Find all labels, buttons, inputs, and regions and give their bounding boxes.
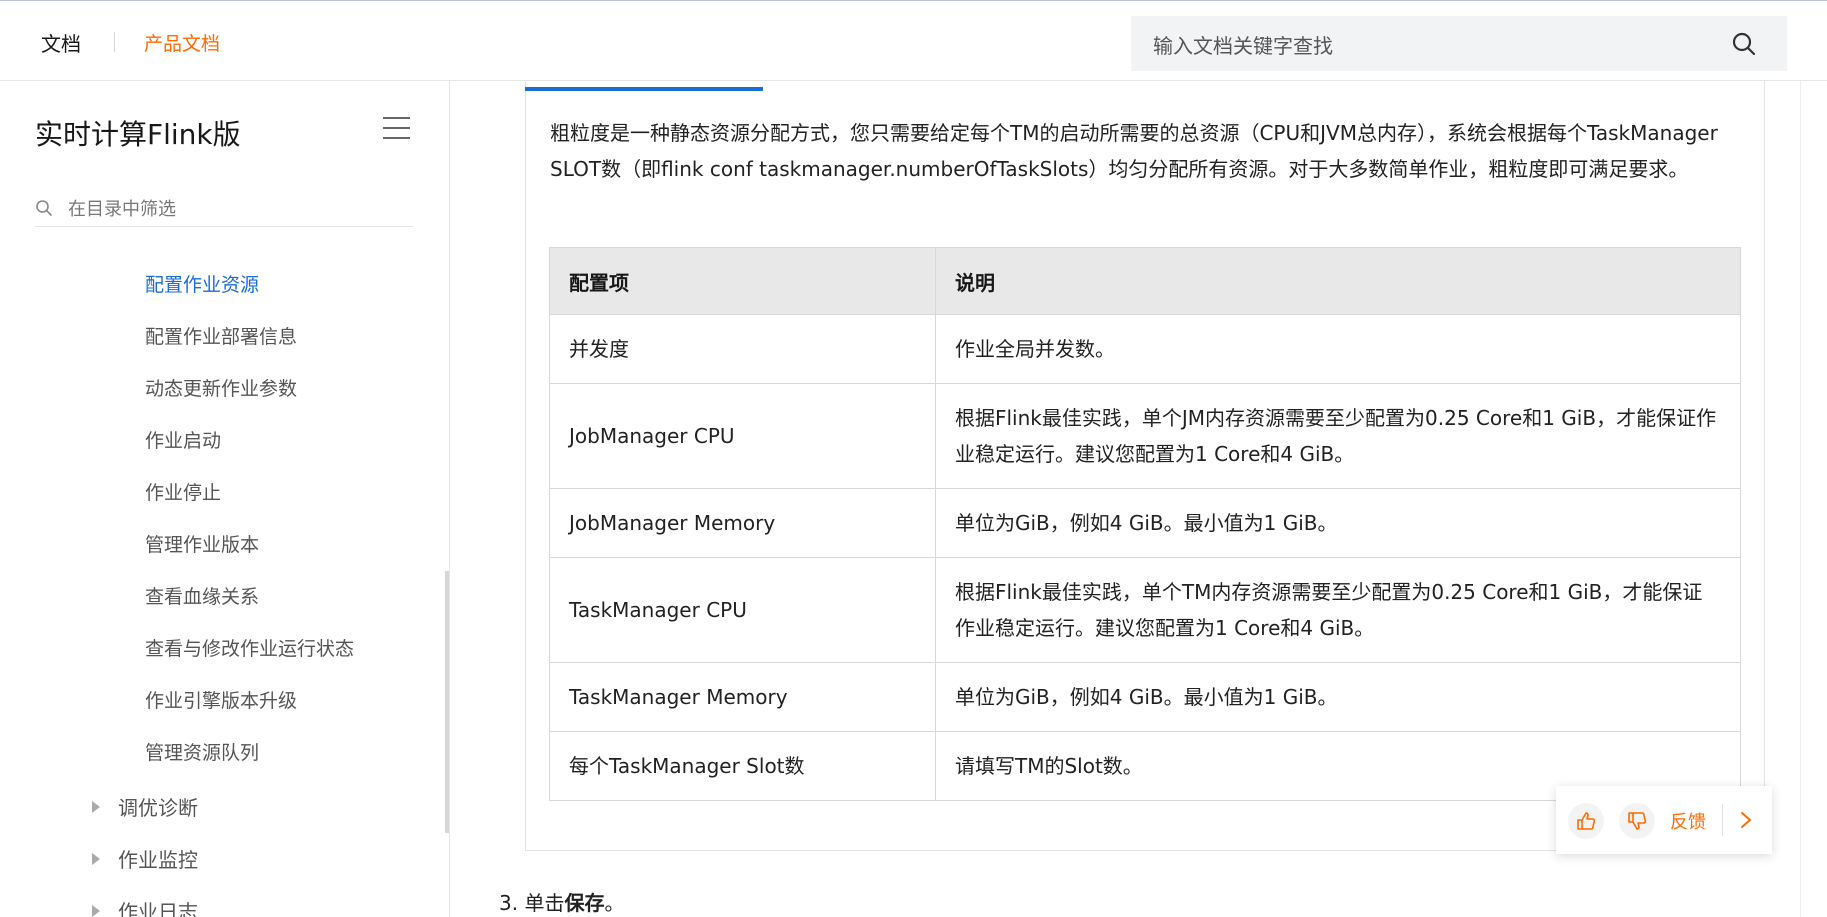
table-row: TaskManager CPU 根据Flink最佳实践，单个TM内存资源需要至少… <box>549 557 1741 663</box>
search-input[interactable]: 输入文档关键字查找 <box>1131 16 1787 71</box>
nav-product-docs[interactable]: 产品文档 <box>144 29 220 56</box>
toc-item-configure-resources[interactable]: 配置作业资源 <box>145 270 259 297</box>
table-cell-key: JobManager CPU <box>549 383 936 489</box>
table-header: 说明 <box>935 247 1741 315</box>
table-cell-key: TaskManager CPU <box>549 557 936 663</box>
top-header: 文档 产品文档 输入文档关键字查找 <box>0 0 1827 81</box>
table-header-row: 配置项 说明 <box>549 247 1741 315</box>
toc-item-job-start[interactable]: 作业启动 <box>145 426 221 453</box>
table-row: JobManager CPU 根据Flink最佳实践，单个JM内存资源需要至少配… <box>549 383 1741 489</box>
toc-item-engine-upgrade[interactable]: 作业引擎版本升级 <box>145 686 297 713</box>
table-cell-desc: 根据Flink最佳实践，单个JM内存资源需要至少配置为0.25 Core和1 G… <box>935 383 1741 489</box>
table-row: JobManager Memory 单位为GiB，例如4 GiB。最小值为1 G… <box>549 488 1741 558</box>
table-row: TaskManager Memory 单位为GiB，例如4 GiB。最小值为1 … <box>549 662 1741 732</box>
active-tab-indicator <box>525 87 763 91</box>
toc-item-dynamic-update[interactable]: 动态更新作业参数 <box>145 374 297 401</box>
table-cell-key: 每个TaskManager Slot数 <box>549 731 936 801</box>
coarse-grained-description: 粗粒度是一种静态资源分配方式，您只需要给定每个TM的启动所需要的总资源（CPU和… <box>550 121 1718 181</box>
table-cell-desc: 作业全局并发数。 <box>935 314 1741 384</box>
table-row: 并发度 作业全局并发数。 <box>549 314 1741 384</box>
toc-filter-input[interactable]: 在目录中筛选 <box>35 189 413 227</box>
sidebar-title: 实时计算Flink版 <box>35 118 241 151</box>
thumbs-down-icon <box>1628 812 1647 830</box>
toc-group-logs[interactable]: 作业日志 <box>92 896 198 917</box>
toc-item-run-state[interactable]: 查看与修改作业运行状态 <box>145 634 354 661</box>
config-table: 配置项 说明 并发度 作业全局并发数。 JobManager CPU 根据Fli… <box>549 247 1741 801</box>
toc-item-lineage[interactable]: 查看血缘关系 <box>145 582 259 609</box>
toc-group-label: 作业监控 <box>118 848 198 872</box>
table-cell-key: 并发度 <box>549 314 936 384</box>
table-cell-key: JobManager Memory <box>549 488 936 558</box>
caret-right-icon <box>92 905 100 917</box>
table-header: 配置项 <box>549 247 936 315</box>
toc-item-job-versions[interactable]: 管理作业版本 <box>145 530 259 557</box>
thumbs-up-icon <box>1577 812 1596 830</box>
feedback-button[interactable]: 反馈 <box>1670 808 1706 834</box>
nav-docs-home[interactable]: 文档 <box>41 28 81 57</box>
search-icon[interactable] <box>1731 31 1757 57</box>
thumbs-down-button[interactable] <box>1619 803 1655 839</box>
table-cell-desc: 根据Flink最佳实践，单个TM内存资源需要至少配置为0.25 Core和1 G… <box>935 557 1741 663</box>
step-3-save-label: 保存 <box>564 891 605 915</box>
toc-item-job-stop[interactable]: 作业停止 <box>145 478 221 505</box>
toc-group-label: 调优诊断 <box>118 796 198 820</box>
sidebar-scrollbar[interactable] <box>445 571 449 833</box>
caret-right-icon <box>92 801 100 813</box>
menu-icon[interactable] <box>383 117 410 141</box>
sidebar: 实时计算Flink版 在目录中筛选 配置作业资源 配置作业部署信息 动态更新作业… <box>0 81 450 917</box>
filter-placeholder: 在目录中筛选 <box>68 199 176 220</box>
toc-item-deployment-info[interactable]: 配置作业部署信息 <box>145 322 297 349</box>
toc-group-label: 作业日志 <box>118 900 198 917</box>
step-3-suffix: 。 <box>604 891 625 915</box>
feedback-widget: 反馈 <box>1556 786 1772 854</box>
caret-right-icon <box>92 853 100 865</box>
search-icon <box>36 200 52 216</box>
chevron-right-icon[interactable] <box>1738 810 1754 830</box>
toc-group-monitoring[interactable]: 作业监控 <box>92 844 198 873</box>
page-scrollbar-track <box>1800 81 1801 917</box>
thumbs-up-button[interactable] <box>1568 803 1604 839</box>
nav-divider <box>114 32 115 52</box>
table-cell-desc: 单位为GiB，例如4 GiB。最小值为1 GiB。 <box>935 662 1741 732</box>
toc-group-tuning[interactable]: 调优诊断 <box>92 792 198 821</box>
search-placeholder: 输入文档关键字查找 <box>1153 34 1333 58</box>
table-cell-desc: 单位为GiB，例如4 GiB。最小值为1 GiB。 <box>935 488 1741 558</box>
feedback-divider <box>1722 804 1723 836</box>
step-3: 3. 单击保存。 <box>499 887 624 916</box>
step-3-prefix: 3. 单击 <box>499 891 565 915</box>
toc-item-resource-queue[interactable]: 管理资源队列 <box>145 738 259 765</box>
table-cell-key: TaskManager Memory <box>549 662 936 732</box>
